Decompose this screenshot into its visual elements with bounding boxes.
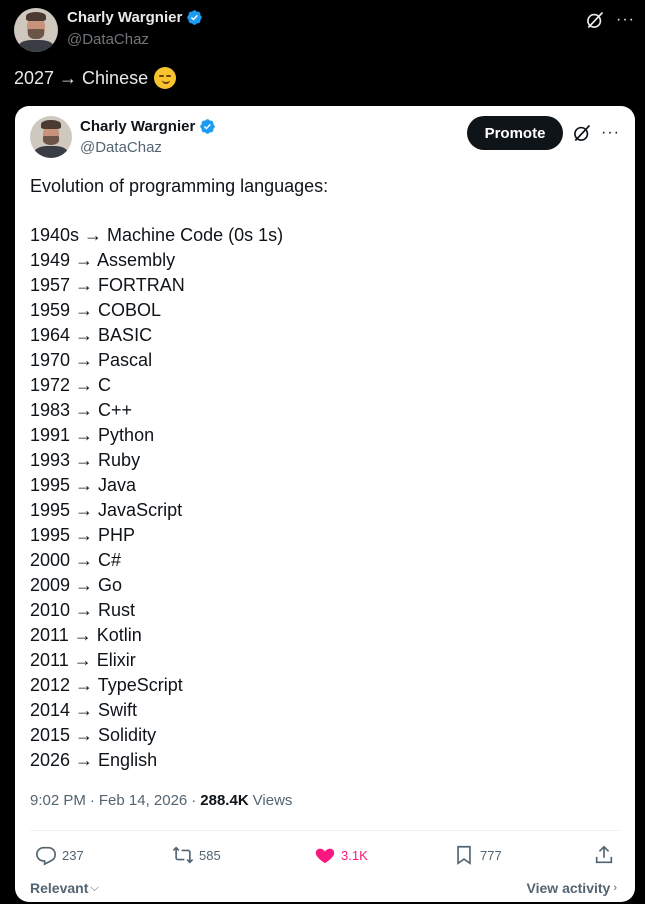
list-item: 1959 → COBOL — [30, 300, 162, 320]
view-activity-link[interactable]: View activity › — [527, 880, 617, 896]
share-button[interactable] — [593, 844, 615, 866]
meta-separator: · — [89, 792, 95, 809]
views-count: 288.4K — [200, 792, 249, 809]
bookmark-button[interactable]: 777 — [453, 844, 502, 866]
chevron-down-icon: ⌵ — [90, 881, 99, 894]
share-icon — [595, 845, 613, 864]
author-name-row: Charly Wargnier — [67, 9, 203, 26]
language-timeline-list: 1940s → Machine Code (0s 1s) 1949 → Asse… — [30, 223, 283, 773]
author-name-row: Charly Wargnier — [80, 118, 216, 135]
grok-icon[interactable] — [585, 10, 605, 30]
chevron-right-icon: › — [613, 882, 617, 894]
view-activity-label: View activity — [526, 880, 611, 896]
sort-relevant-dropdown[interactable]: Relevant ⌵ — [30, 880, 99, 896]
list-item: 2012 → TypeScript — [30, 675, 183, 695]
smirking-face-emoji — [154, 67, 177, 89]
verified-badge-icon — [200, 119, 216, 134]
bookmark-icon — [457, 845, 471, 865]
like-icon — [315, 848, 335, 864]
list-item: 2009 → Go — [30, 575, 123, 595]
list-item: 1983 → C++ — [30, 400, 133, 420]
divider — [30, 830, 620, 831]
list-item: 1972 → C — [30, 375, 112, 395]
reply-button[interactable]: 237 — [35, 844, 84, 866]
avatar[interactable] — [30, 116, 72, 158]
reply-icon — [36, 846, 56, 866]
tweet-detail-page: Charly Wargnier @DataChaz ··· 2027 → Chi… — [0, 0, 645, 904]
tweet-time[interactable]: 9:02 PM — [30, 792, 86, 809]
like-count: 3.1K — [341, 847, 368, 863]
more-icon[interactable]: ··· — [601, 125, 620, 141]
list-item: 1991 → Python — [30, 425, 155, 445]
list-item: 2011 → Elixir — [30, 650, 136, 670]
tweet-date[interactable]: Feb 14, 2026 — [99, 792, 187, 809]
repost-icon — [172, 846, 194, 864]
list-item: 2011 → Kotlin — [30, 625, 142, 645]
more-icon[interactable]: ··· — [616, 12, 635, 28]
meta-separator: · — [191, 792, 197, 809]
list-item: 2010 → Rust — [30, 600, 136, 620]
author-handle[interactable]: @DataChaz — [67, 31, 149, 48]
repost-count: 585 — [199, 847, 221, 863]
tweet-meta: 9:02 PM · Feb 14, 2026 · 288.4K Views — [30, 792, 292, 809]
grok-icon[interactable] — [572, 123, 592, 143]
author-name[interactable]: Charly Wargnier — [80, 118, 195, 135]
verified-badge-icon — [187, 10, 203, 25]
list-item: 1964 → BASIC — [30, 325, 153, 345]
outer-tweet-header: Charly Wargnier @DataChaz ··· — [14, 6, 635, 54]
author-name[interactable]: Charly Wargnier — [67, 9, 182, 26]
list-item: 2014 → Swift — [30, 700, 138, 720]
like-button[interactable]: 3.1K — [314, 844, 368, 866]
avatar[interactable] — [14, 8, 58, 52]
list-item: 1995 → PHP — [30, 525, 136, 545]
tweet-intro-text: Evolution of programming languages: — [30, 176, 329, 196]
list-item: 1940s → Machine Code (0s 1s) — [30, 225, 284, 245]
sort-label: Relevant — [30, 880, 89, 896]
bookmark-count: 777 — [480, 847, 502, 863]
reply-count: 237 — [62, 847, 84, 863]
list-item: 1957 → FORTRAN — [30, 275, 185, 295]
list-item: 2026 → English — [30, 750, 158, 770]
list-item: 1993 → Ruby — [30, 450, 141, 470]
outer-tweet-text: 2027 → Chinese — [14, 67, 177, 89]
list-item: 2015 → Solidity — [30, 725, 157, 745]
quoted-tweet-card[interactable]: Charly Wargnier @DataChaz Promote ··· Ev… — [15, 106, 635, 902]
list-item: 1995 → Java — [30, 475, 137, 495]
tweet-text: 2027 → Chinese — [14, 67, 149, 88]
promote-button[interactable]: Promote — [467, 116, 563, 150]
author-handle[interactable]: @DataChaz — [80, 139, 162, 156]
list-item: 1970 → Pascal — [30, 350, 153, 370]
action-bar: 237 585 3.1K 777 — [30, 844, 620, 868]
list-item: 2000 → C# — [30, 550, 122, 570]
repost-button[interactable]: 585 — [172, 844, 221, 866]
list-item: 1995 → JavaScript — [30, 500, 183, 520]
views-label: Views — [252, 792, 293, 809]
list-item: 1949 → Assembly — [30, 250, 176, 270]
